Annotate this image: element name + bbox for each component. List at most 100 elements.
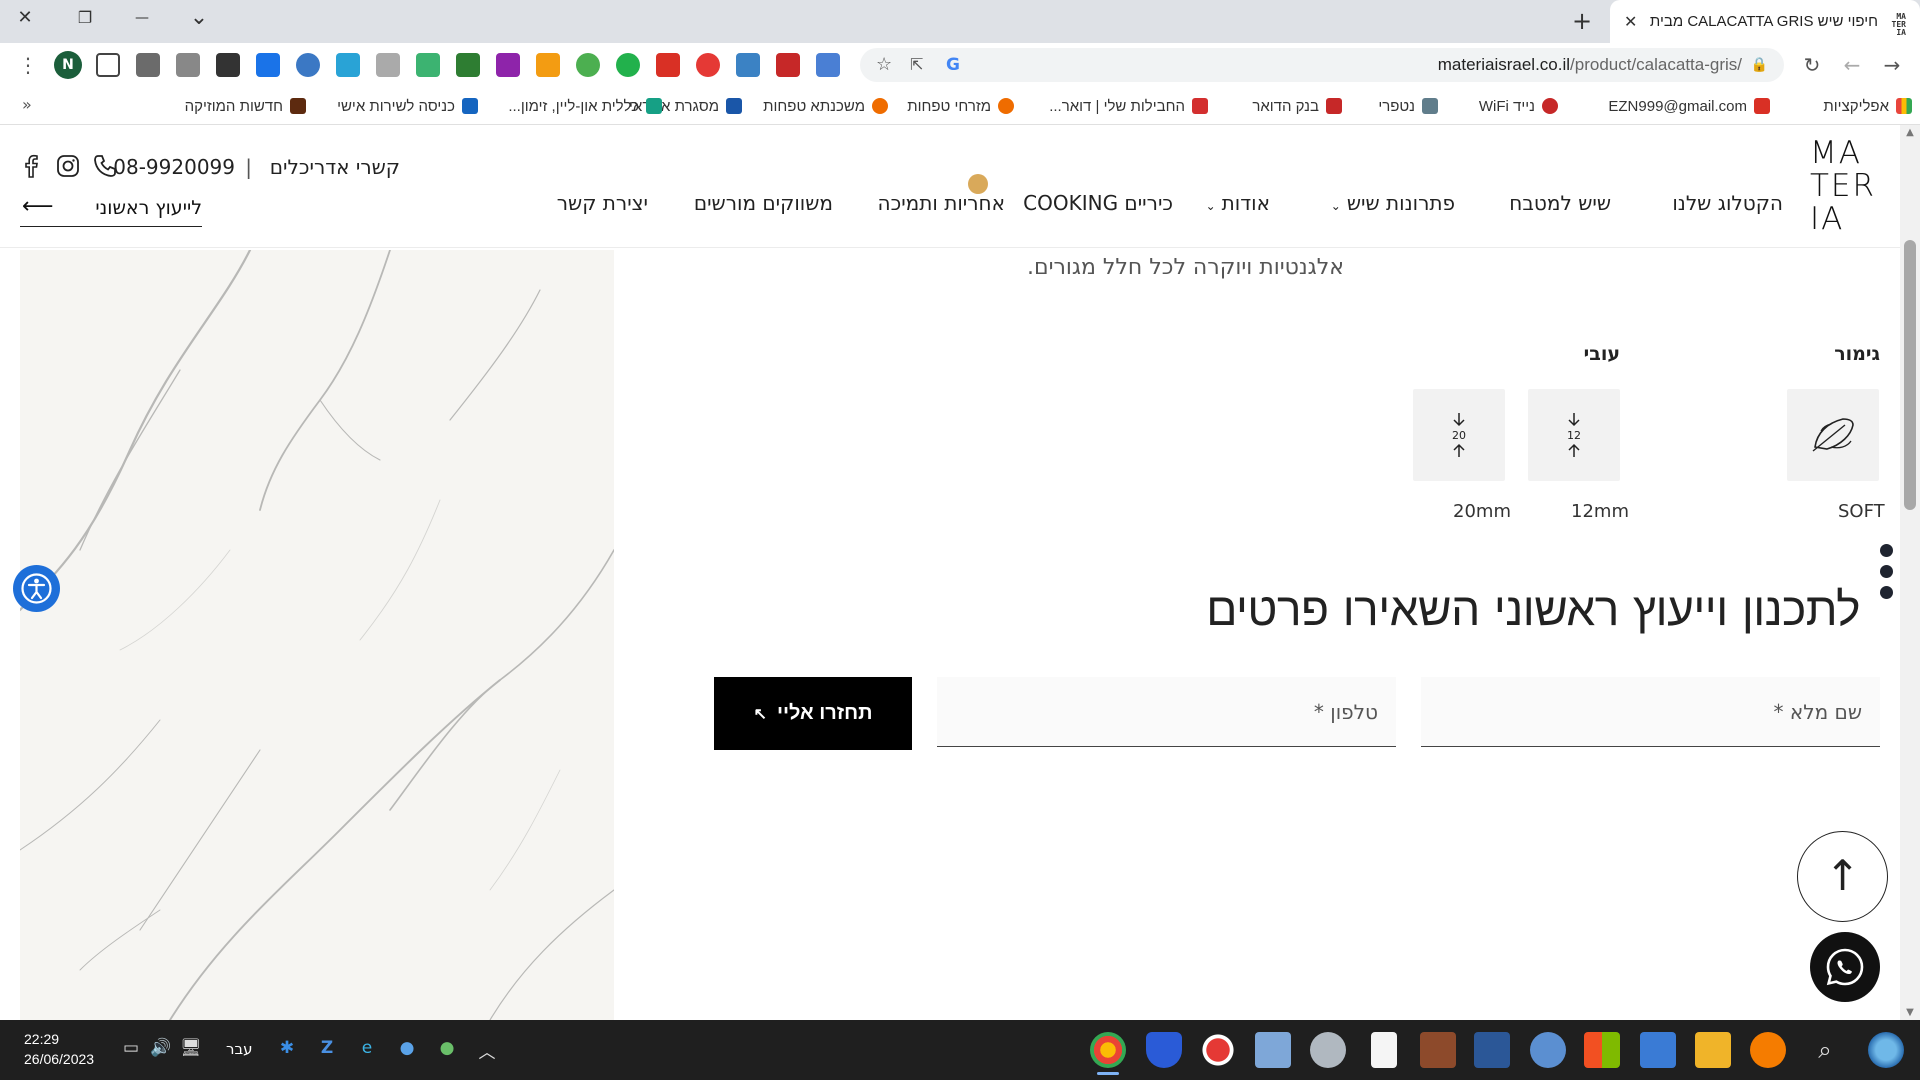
tray-expand-icon[interactable]: ︿ (476, 1038, 498, 1063)
whatsapp-button[interactable] (1810, 932, 1880, 1002)
browser-menu-icon[interactable]: ⋮ (14, 51, 42, 79)
tray-app-icon[interactable]: e (356, 1038, 378, 1058)
new-tab-button[interactable]: + (1568, 7, 1596, 35)
full-name-field[interactable] (1421, 677, 1880, 747)
thickness-12-swatch[interactable]: 12 (1528, 389, 1620, 481)
section-dot[interactable] (1880, 544, 1893, 557)
mail-taskbar-icon[interactable] (1640, 1032, 1676, 1068)
notepad-taskbar-icon[interactable] (1371, 1032, 1397, 1068)
profile-avatar[interactable]: N (54, 51, 82, 79)
tab-close-icon[interactable]: ✕ (1624, 12, 1637, 31)
extension-icon[interactable] (776, 53, 800, 77)
scrollbar-thumb[interactable] (1904, 240, 1916, 510)
scroll-to-top-button[interactable]: ↑ (1797, 831, 1888, 922)
finish-soft-swatch[interactable] (1787, 389, 1879, 481)
translate-extension-icon[interactable] (816, 53, 840, 77)
app-taskbar-icon[interactable] (1420, 1032, 1456, 1068)
network-icon[interactable]: 🖥 (180, 1038, 202, 1058)
nav-kitchen-marble[interactable]: שיש למטבח (1509, 191, 1611, 215)
nav-about[interactable]: אודות ⌄ (1206, 191, 1270, 215)
system-clock[interactable]: 22:29 26/06/2023 (24, 1029, 94, 1069)
tray-app-icon[interactable]: Z (316, 1038, 338, 1058)
section-dot[interactable] (1880, 586, 1893, 599)
input-language[interactable]: עבר (226, 1040, 253, 1058)
extension-icon[interactable] (216, 53, 240, 77)
full-name-input[interactable] (1421, 677, 1880, 746)
chrome-taskbar-icon[interactable] (1090, 1032, 1126, 1068)
architects-link[interactable]: קשרי אדריכלים (270, 155, 400, 179)
reload-icon[interactable]: ↻ (1798, 51, 1826, 79)
battery-icon[interactable]: ▭ (120, 1038, 142, 1058)
extension-icon[interactable] (376, 53, 400, 77)
facebook-icon[interactable] (20, 153, 42, 179)
store-taskbar-icon[interactable] (1584, 1032, 1620, 1068)
address-bar[interactable]: ☆ ⇱ G materiaisrael.co.il/product/calaca… (860, 48, 1784, 82)
volume-icon[interactable]: 🔊 (150, 1038, 172, 1058)
bookmark-star-icon[interactable]: ☆ (876, 48, 892, 82)
adblock-plus-icon[interactable] (696, 53, 720, 77)
bookmark-gmail[interactable]: EZN999@gmail.com (1608, 96, 1770, 116)
nav-dealers[interactable]: משווקים מורשים (694, 191, 833, 215)
lock-icon[interactable]: 🔒 (1751, 48, 1768, 82)
start-taskbar-icon[interactable] (1868, 1032, 1904, 1068)
thickness-20-swatch[interactable]: 20 (1413, 389, 1505, 481)
page-scrollbar[interactable]: ▲ ▼ (1900, 125, 1920, 1020)
nav-marble-solutions[interactable]: פתרונות שיש ⌄ (1331, 191, 1455, 215)
extension-5m-icon[interactable] (256, 53, 280, 77)
puzzle-extensions-icon[interactable] (136, 53, 160, 77)
phone-icon[interactable] (92, 153, 118, 179)
extension-icon[interactable] (416, 53, 440, 77)
window-restore-button[interactable]: ❐ (60, 0, 110, 36)
nav-contact[interactable]: יצירת קשר (557, 191, 648, 215)
extension-icon[interactable] (496, 53, 520, 77)
search-app-taskbar-icon[interactable] (1750, 1032, 1786, 1068)
nav-warranty[interactable]: אחריות ותמיכה (878, 191, 1005, 215)
phone-field[interactable] (937, 677, 1396, 747)
bookmark-apps[interactable]: אפליקציות (1823, 96, 1912, 116)
bookmark-my-packages[interactable]: החבילות שלי | דואר... (1049, 96, 1208, 116)
url-text[interactable]: materiaisrael.co.il/product/calacatta-gr… (1438, 48, 1742, 82)
file-explorer-taskbar-icon[interactable] (1695, 1032, 1731, 1068)
bookmark-mortgage[interactable]: משכנתא טפחות (763, 96, 888, 116)
defender-taskbar-icon[interactable] (1146, 1032, 1182, 1068)
extension-icon[interactable] (336, 53, 360, 77)
back-icon[interactable]: → (1878, 51, 1906, 79)
bookmarks-overflow-icon[interactable]: » (22, 95, 32, 114)
word-taskbar-icon[interactable] (1474, 1032, 1510, 1068)
first-consultation-link[interactable]: לייעוץ ראשוני ⟵ (20, 194, 202, 227)
record-taskbar-icon[interactable] (1200, 1032, 1236, 1068)
scroll-up-icon[interactable]: ▲ (1900, 127, 1920, 138)
instagram-icon[interactable] (55, 153, 81, 179)
extension-globe-icon[interactable] (576, 53, 600, 77)
phone-number[interactable]: 08-9920099 (113, 155, 235, 179)
bluetooth-icon[interactable]: ✱ (276, 1038, 298, 1058)
search-icon[interactable]: ⌕ (1810, 1036, 1840, 1064)
bookmark-clalit[interactable]: כללית און-ליין, זימון... (508, 96, 662, 116)
forward-icon[interactable]: ← (1838, 51, 1866, 79)
bookmark-wifi[interactable]: נייד WiFi (1479, 96, 1558, 116)
app-taskbar-icon[interactable] (1310, 1032, 1346, 1068)
window-close-button[interactable]: ✕ (0, 0, 50, 36)
sidebar-icon[interactable] (96, 53, 120, 77)
bookmark-netfree[interactable]: נטפרי (1378, 96, 1438, 116)
app-taskbar-icon[interactable] (1255, 1032, 1291, 1068)
extension-icon[interactable] (536, 53, 560, 77)
extension-check-icon[interactable] (616, 53, 640, 77)
scroll-down-icon[interactable]: ▼ (1900, 1007, 1920, 1018)
tray-globe-icon[interactable]: ● (436, 1038, 458, 1058)
materia-logo[interactable]: MA TER IA (1810, 137, 1882, 236)
extension-icon[interactable] (176, 53, 200, 77)
share-icon[interactable]: ⇱ (910, 48, 923, 82)
section-dot[interactable] (1880, 565, 1893, 578)
bookmark-music-news[interactable]: חדשות המוזיקה (185, 96, 306, 116)
tab-search-button[interactable]: ⌄ (174, 0, 224, 36)
extension-icon[interactable] (736, 53, 760, 77)
bookmark-mizrahi[interactable]: מזרחי טפחות (907, 96, 1014, 116)
phone-input[interactable] (937, 677, 1396, 746)
gmail-extension-icon[interactable] (656, 53, 680, 77)
nav-catalog[interactable]: הקטלוג שלנו (1672, 191, 1783, 215)
window-minimize-button[interactable]: — (117, 0, 167, 36)
extension-clock-icon[interactable] (296, 53, 320, 77)
settings-taskbar-icon[interactable] (1530, 1032, 1566, 1068)
extension-icon[interactable] (456, 53, 480, 77)
